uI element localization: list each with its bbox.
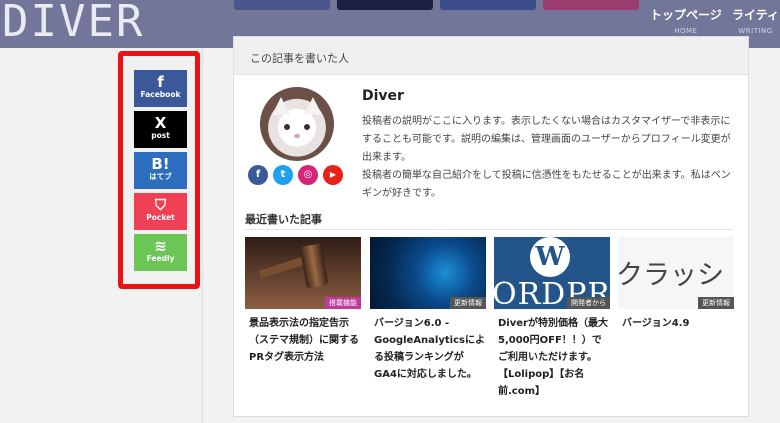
- hatena-icon: B!: [151, 155, 170, 173]
- post-title[interactable]: Diverが特別価格（最大5,000円OFF！！）でご利用いただけます。【Lol…: [494, 315, 610, 400]
- cat-ear: [272, 97, 290, 115]
- top-tab[interactable]: [234, 0, 330, 10]
- cat-nose: [294, 134, 300, 138]
- share-feedly-button[interactable]: ≋ Feedly: [134, 234, 187, 271]
- facebook-icon[interactable]: f: [248, 165, 268, 185]
- facebook-icon: f: [157, 73, 164, 91]
- post-title[interactable]: 景品表示法の指定告示（ステマ規制）に関するPRタグ表示方法: [245, 315, 361, 366]
- recent-post-card[interactable]: W ORDPRE 開発者から Diverが特別価格（最大5,000円OFF！！）…: [494, 237, 610, 400]
- author-card-title: この記事を書いた人: [250, 52, 349, 65]
- category-badge: 更新情報: [450, 297, 486, 309]
- share-x-button[interactable]: X post: [134, 111, 187, 148]
- share-hatena-label: はてブ: [149, 172, 172, 181]
- post-title[interactable]: バージョン4.9: [618, 315, 734, 332]
- post-thumbnail[interactable]: 更新情報: [370, 237, 486, 309]
- nav-home[interactable]: トップページ HOME: [650, 6, 722, 35]
- youtube-icon[interactable]: ▶: [323, 165, 343, 185]
- gavel-image: [299, 243, 329, 289]
- pocket-icon: ⛉: [154, 196, 167, 214]
- author-description: 投稿者の説明がここに入ります。表示したくない場合はカスタマイザーで非表示にするこ…: [362, 116, 731, 199]
- divider: [245, 229, 733, 230]
- feedly-icon: ≋: [154, 237, 167, 255]
- share-hatena-button[interactable]: B! はてブ: [134, 152, 187, 189]
- site-logo[interactable]: DIVER: [2, 0, 144, 47]
- post-title[interactable]: バージョン6.0 - GoogleAnalyticsによる投稿ランキングがGA4…: [370, 315, 486, 383]
- recent-post-card[interactable]: 更新情報 バージョン6.0 - GoogleAnalyticsによる投稿ランキン…: [370, 237, 486, 383]
- share-buttons-panel: f Facebook X post B! はてブ ⛉ Pocket ≋ Feed…: [118, 51, 200, 289]
- recent-post-card[interactable]: クラッシ 更新情報 バージョン4.9: [618, 237, 734, 332]
- category-badge: 搭載機能: [325, 297, 361, 309]
- post-thumbnail[interactable]: W ORDPRE 開発者から: [494, 237, 610, 309]
- category-badge: 更新情報: [698, 297, 734, 309]
- nav-home-label: トップページ: [650, 8, 722, 22]
- x-icon: X: [154, 114, 167, 132]
- cat-eye: [284, 124, 290, 130]
- recent-post-card[interactable]: 搭載機能 景品表示法の指定告示（ステマ規制）に関するPRタグ表示方法: [245, 237, 361, 366]
- post-thumbnail[interactable]: 搭載機能: [245, 237, 361, 309]
- author-name[interactable]: Diver: [362, 88, 404, 104]
- nav-writing[interactable]: ライティ WRITING: [732, 6, 779, 35]
- share-pocket-label: Pocket: [146, 213, 175, 222]
- cat-eye: [304, 124, 310, 130]
- cat-ear: [304, 97, 322, 115]
- category-badge: 開発者から: [567, 297, 610, 309]
- thumbnail-text: クラッシ: [618, 260, 724, 291]
- author-card-header: この記事を書いた人: [234, 37, 748, 75]
- nav-writing-sublabel: WRITING: [738, 27, 773, 35]
- share-pocket-button[interactable]: ⛉ Pocket: [134, 193, 187, 230]
- share-facebook-label: Facebook: [140, 90, 181, 99]
- share-x-label: post: [151, 131, 170, 140]
- wordpress-logo-icon: W: [530, 237, 570, 277]
- post-thumbnail[interactable]: クラッシ 更新情報: [618, 237, 734, 309]
- share-facebook-button[interactable]: f Facebook: [134, 70, 187, 107]
- top-tab[interactable]: [543, 0, 639, 10]
- twitter-icon[interactable]: t: [273, 165, 293, 185]
- nav-writing-label: ライティ: [732, 8, 780, 22]
- column-divider: [202, 0, 203, 423]
- share-feedly-label: Feedly: [146, 254, 175, 263]
- recent-posts-title: 最近書いた記事: [245, 213, 322, 226]
- top-tab[interactable]: [337, 0, 433, 10]
- top-tab[interactable]: [440, 0, 536, 10]
- instagram-icon[interactable]: ◎: [298, 165, 318, 185]
- avatar[interactable]: [260, 87, 334, 161]
- nav-home-sublabel: HOME: [674, 27, 698, 35]
